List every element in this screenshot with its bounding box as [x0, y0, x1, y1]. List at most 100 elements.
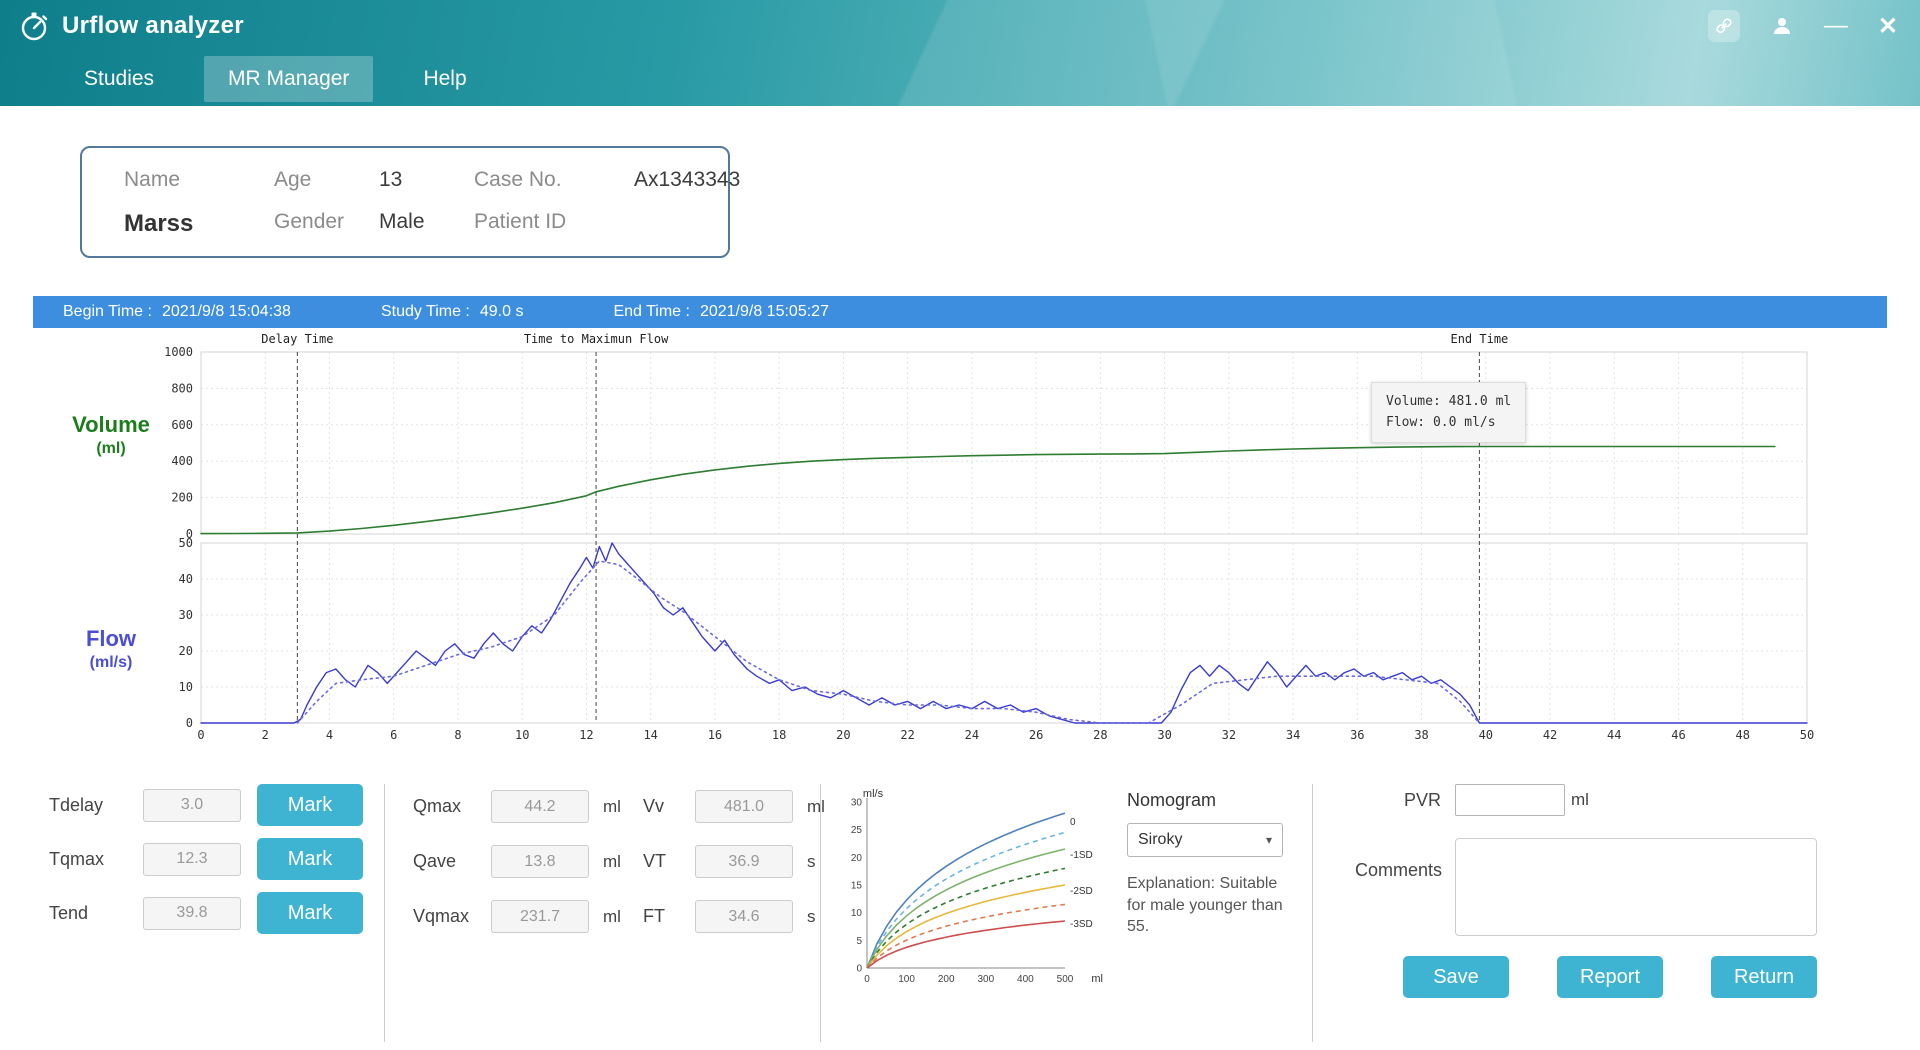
vqmax-unit: ml — [603, 907, 629, 927]
svg-text:400: 400 — [171, 454, 193, 468]
svg-text:-3SD: -3SD — [1070, 919, 1093, 930]
nomogram-dropdown[interactable]: Siroky ▾ — [1127, 823, 1283, 857]
svg-text:34: 34 — [1286, 728, 1300, 742]
svg-text:0: 0 — [856, 964, 862, 975]
svg-text:50: 50 — [1800, 728, 1814, 742]
mark-tend-button[interactable]: Mark — [257, 892, 363, 934]
gender-label: Gender — [274, 210, 379, 238]
pvr-label: PVR — [1355, 790, 1441, 811]
svg-text:16: 16 — [708, 728, 722, 742]
tend-input[interactable] — [143, 897, 241, 930]
svg-text:4: 4 — [326, 728, 333, 742]
uroflow-chart-area: Volume (ml) Flow (ml/s) 1000800600400200… — [33, 328, 1887, 754]
bottom-panel: Tdelay Mark Tqmax Mark Tend Mark Qmax ml… — [0, 754, 1920, 1042]
svg-text:300: 300 — [977, 974, 994, 985]
svg-text:46: 46 — [1671, 728, 1685, 742]
svg-text:42: 42 — [1543, 728, 1557, 742]
vt-input[interactable] — [695, 845, 793, 878]
comments-textarea[interactable] — [1455, 838, 1817, 936]
minimize-button[interactable]: — — [1824, 16, 1848, 36]
gender-value: Male — [379, 210, 474, 238]
link-button[interactable] — [1708, 10, 1740, 42]
menu-item-studies[interactable]: Studies — [60, 56, 178, 102]
svg-text:200: 200 — [171, 491, 193, 505]
tdelay-input[interactable] — [143, 789, 241, 822]
svg-text:10: 10 — [179, 680, 193, 694]
title-bar: Urflow analyzer — ✕ — [0, 0, 1920, 52]
svg-text:2: 2 — [262, 728, 269, 742]
user-button[interactable] — [1770, 14, 1794, 38]
case-no-value: Ax1343343 — [634, 168, 774, 192]
main-chart[interactable]: 1000800600400200050403020100024681012141… — [33, 328, 1887, 759]
app-title: Urflow analyzer — [62, 12, 244, 40]
svg-text:Time to Maximun Flow: Time to Maximun Flow — [524, 332, 669, 346]
svg-text:38: 38 — [1414, 728, 1428, 742]
case-no-label: Case No. — [474, 168, 634, 192]
qmax-unit: ml — [603, 797, 629, 817]
comments-label: Comments — [1355, 838, 1441, 881]
end-time-label: End Time : — [613, 303, 689, 321]
nomogram-explanation: Explanation: Suitable for male younger t… — [1127, 873, 1291, 938]
age-label: Age — [274, 168, 379, 192]
nomogram-selected: Siroky — [1138, 831, 1182, 849]
tooltip-volume: Volume: 481.0 ml — [1386, 391, 1511, 412]
svg-text:0: 0 — [197, 728, 204, 742]
svg-text:36: 36 — [1350, 728, 1364, 742]
svg-text:50: 50 — [179, 536, 193, 550]
flow-axis-title: Flow (ml/s) — [51, 626, 171, 672]
svg-text:20: 20 — [179, 644, 193, 658]
qmax-label: Qmax — [413, 796, 477, 817]
patient-name-value: Marss — [124, 210, 274, 238]
study-time-label: Study Time : — [381, 303, 470, 321]
qave-input[interactable] — [491, 845, 589, 878]
study-time-value: 49.0 s — [480, 303, 524, 321]
svg-text:100: 100 — [898, 974, 915, 985]
tooltip-flow: Flow: 0.0 ml/s — [1386, 412, 1511, 433]
link-icon — [1715, 17, 1733, 35]
svg-text:24: 24 — [965, 728, 979, 742]
tqmax-input[interactable] — [143, 843, 241, 876]
tqmax-label: Tqmax — [49, 849, 127, 870]
chevron-down-icon: ▾ — [1266, 833, 1272, 847]
end-time-value: 2021/9/8 15:05:27 — [700, 303, 829, 321]
nomogram-label: Nomogram — [1127, 790, 1306, 811]
menu-item-mr-manager[interactable]: MR Manager — [204, 56, 373, 102]
svg-text:200: 200 — [938, 974, 955, 985]
report-button[interactable]: Report — [1557, 956, 1663, 998]
results-section: Qmax ml Vv ml Qave ml VT s Vqmax ml FT s — [385, 784, 821, 1042]
time-marks-section: Tdelay Mark Tqmax Mark Tend Mark — [33, 784, 385, 1042]
svg-text:600: 600 — [171, 418, 193, 432]
qave-label: Qave — [413, 851, 477, 872]
svg-text:20: 20 — [851, 853, 863, 864]
header: Urflow analyzer — ✕ Studies MR Manager H… — [0, 0, 1920, 106]
svg-text:Delay Time: Delay Time — [261, 332, 333, 346]
return-button[interactable]: Return — [1711, 956, 1817, 998]
svg-text:500: 500 — [1057, 974, 1074, 985]
chart-tooltip: Volume: 481.0 ml Flow: 0.0 ml/s — [1371, 382, 1526, 443]
svg-text:30: 30 — [851, 798, 863, 809]
svg-text:30: 30 — [1157, 728, 1171, 742]
close-button[interactable]: ✕ — [1878, 12, 1898, 41]
svg-text:40: 40 — [1479, 728, 1493, 742]
name-label: Name — [124, 168, 274, 192]
menu-item-help[interactable]: Help — [399, 56, 490, 102]
mark-tqmax-button[interactable]: Mark — [257, 838, 363, 880]
svg-text:18: 18 — [772, 728, 786, 742]
vv-input[interactable] — [695, 790, 793, 823]
svg-text:20: 20 — [836, 728, 850, 742]
vqmax-input[interactable] — [491, 900, 589, 933]
svg-text:14: 14 — [643, 728, 657, 742]
mark-tdelay-button[interactable]: Mark — [257, 784, 363, 826]
save-button[interactable]: Save — [1403, 956, 1509, 998]
svg-text:5: 5 — [856, 936, 862, 947]
nomogram-chart-section: 0510152025300100200300400500ml/sml0-1SD-… — [821, 784, 1121, 1042]
pvr-input[interactable] — [1455, 784, 1565, 816]
volume-axis-title: Volume (ml) — [51, 412, 171, 458]
qmax-input[interactable] — [491, 790, 589, 823]
pvr-comments-section: PVR ml Comments Save Report Return — [1313, 784, 1887, 1042]
tdelay-label: Tdelay — [49, 795, 127, 816]
svg-text:0: 0 — [864, 974, 870, 985]
ft-input[interactable] — [695, 900, 793, 933]
begin-time-label: Begin Time : — [63, 303, 152, 321]
svg-text:26: 26 — [1029, 728, 1043, 742]
